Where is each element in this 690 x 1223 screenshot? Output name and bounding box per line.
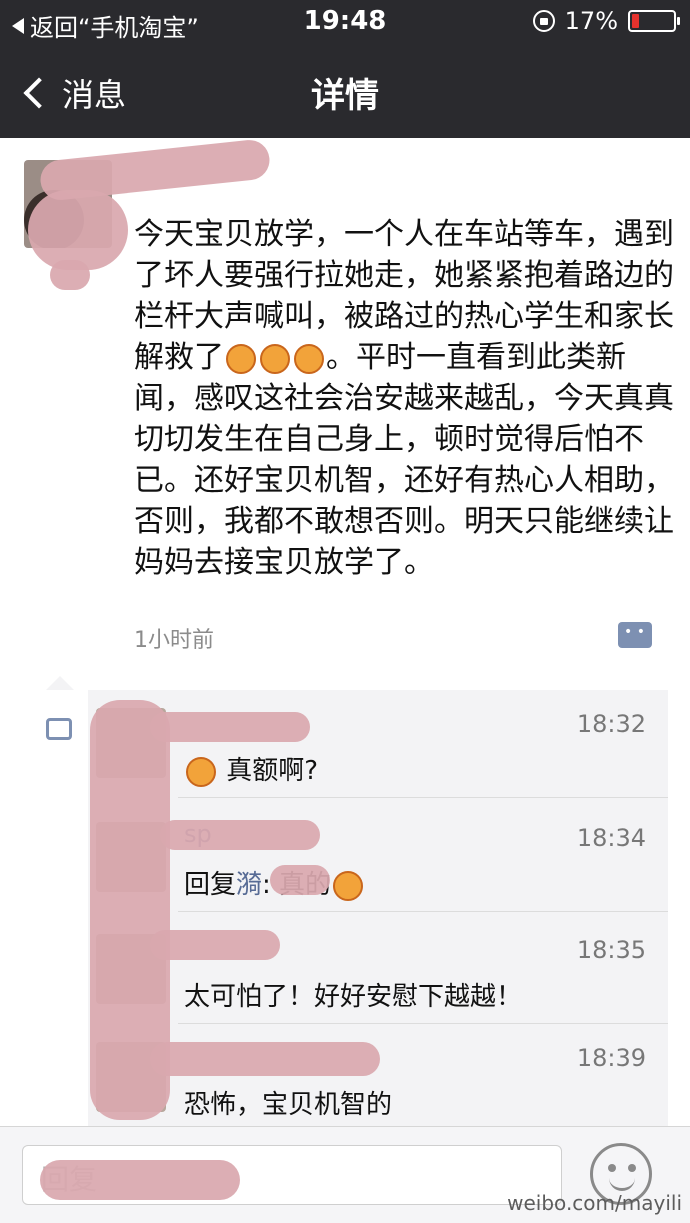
- post-time: 1小时前: [134, 628, 214, 653]
- battery-icon: [628, 10, 680, 32]
- redaction-scribble: [150, 930, 280, 960]
- angry-face-icon: [260, 343, 290, 374]
- redaction-scribble: [160, 820, 320, 850]
- comment-time: 18:32: [576, 710, 646, 738]
- angry-face-icon: [226, 343, 256, 374]
- orientation-lock-icon: [532, 10, 555, 32]
- post-text: 今天宝贝放学，一个人在车站等车，遇到了坏人要强行拉她走，她紧紧抱着路边的栏杆大声…: [134, 214, 674, 583]
- watermark: weibo.com/mayili: [507, 1191, 682, 1215]
- page-title: 详情: [311, 76, 379, 116]
- redaction-scribble: [28, 190, 128, 270]
- comment-text: 真额啊?: [184, 750, 318, 787]
- reply-target-name[interactable]: 漪: [236, 870, 262, 900]
- navigation-bar: 消息 详情: [0, 44, 690, 138]
- shocked-face-icon: [186, 756, 216, 787]
- status-bar: 返回“手机淘宝” 19:48 17%: [0, 0, 690, 44]
- redaction-scribble: [50, 260, 90, 290]
- comment-time: 18:34: [576, 824, 646, 852]
- divider: [178, 911, 668, 912]
- reply-prefix: 回复: [184, 870, 237, 900]
- comments-caret: [46, 676, 74, 690]
- comment-bubble-icon: [46, 718, 72, 740]
- comment-item[interactable]: 18:32 真额啊?: [88, 690, 668, 798]
- comment-time: 18:35: [576, 936, 646, 964]
- redaction-scribble: [150, 712, 310, 742]
- redaction-scribble: [40, 1160, 240, 1200]
- angry-face-icon: [333, 870, 364, 901]
- post-text-part2: 。平时一直看到此类新闻，感叹这社会治安越来越乱，今天真真切切发生在自己身上，顿时…: [134, 340, 674, 580]
- comment-item[interactable]: 18:39 恐怖，宝贝机智的: [88, 1024, 668, 1132]
- divider: [178, 797, 668, 798]
- comment-text: 恐怖，宝贝机智的: [184, 1090, 393, 1120]
- comment-action-button[interactable]: [618, 622, 652, 648]
- comment-time: 18:39: [576, 1044, 646, 1072]
- angry-face-icon: [294, 343, 324, 374]
- redaction-scribble: [150, 1042, 380, 1076]
- comment-text: 太可怕了！好好安慰下越越！: [184, 982, 523, 1012]
- battery-percent: 17%: [564, 7, 618, 35]
- redaction-scribble: [270, 865, 330, 895]
- top-bar: 返回“手机淘宝” 19:48 17% 消息 详情: [0, 0, 690, 138]
- comment-body: 真额啊?: [226, 756, 319, 786]
- status-right: 17%: [532, 7, 680, 35]
